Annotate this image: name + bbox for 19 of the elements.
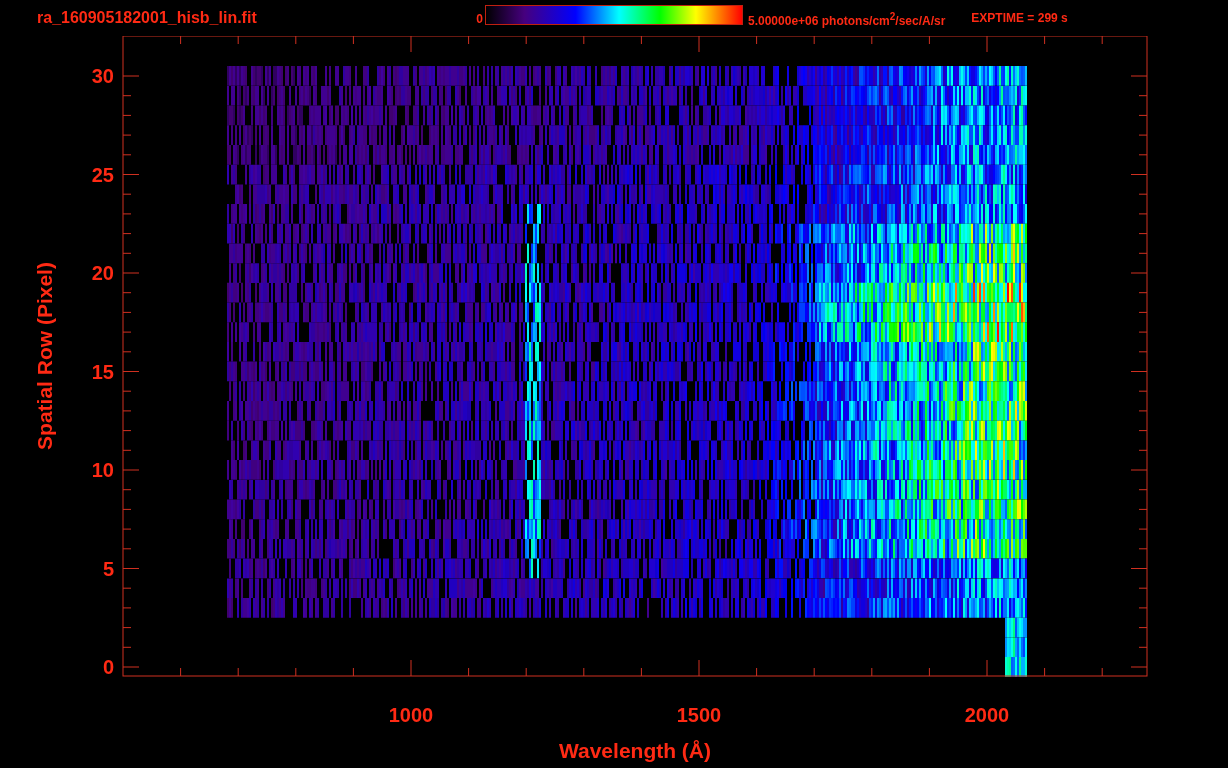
y-tick-label: 20 bbox=[91, 262, 114, 284]
y-tick-label: 0 bbox=[102, 656, 114, 678]
y-axis-label: Spatial Row (Pixel) bbox=[33, 262, 56, 450]
heatmap-row bbox=[1005, 637, 1027, 658]
x-axis-label: Wavelength (Å) bbox=[558, 739, 712, 762]
y-tick-label: 15 bbox=[91, 360, 114, 383]
x-tick-label: 1500 bbox=[676, 704, 722, 726]
x-tick-label: 1000 bbox=[388, 704, 434, 726]
y-tick-label: 5 bbox=[102, 557, 114, 580]
y-tick-label: 25 bbox=[91, 163, 114, 186]
y-tick-label: 10 bbox=[91, 459, 114, 481]
file-title: ra_160905182001_hisb_lin.fit bbox=[37, 8, 258, 27]
heatmap-row bbox=[1005, 617, 1027, 638]
heatmap-row bbox=[1005, 657, 1027, 677]
colorbar-min-label: 0 bbox=[475, 11, 484, 26]
colorbar-max-label: 5.00000e+06 photons/cm$^{2}$/sec/A/sr bbox=[748, 11, 946, 28]
y-tick-label: 30 bbox=[91, 65, 114, 87]
x-tick-label: 2000 bbox=[964, 704, 1010, 726]
exposure-time: EXPTIME = 299 s bbox=[971, 11, 1068, 27]
